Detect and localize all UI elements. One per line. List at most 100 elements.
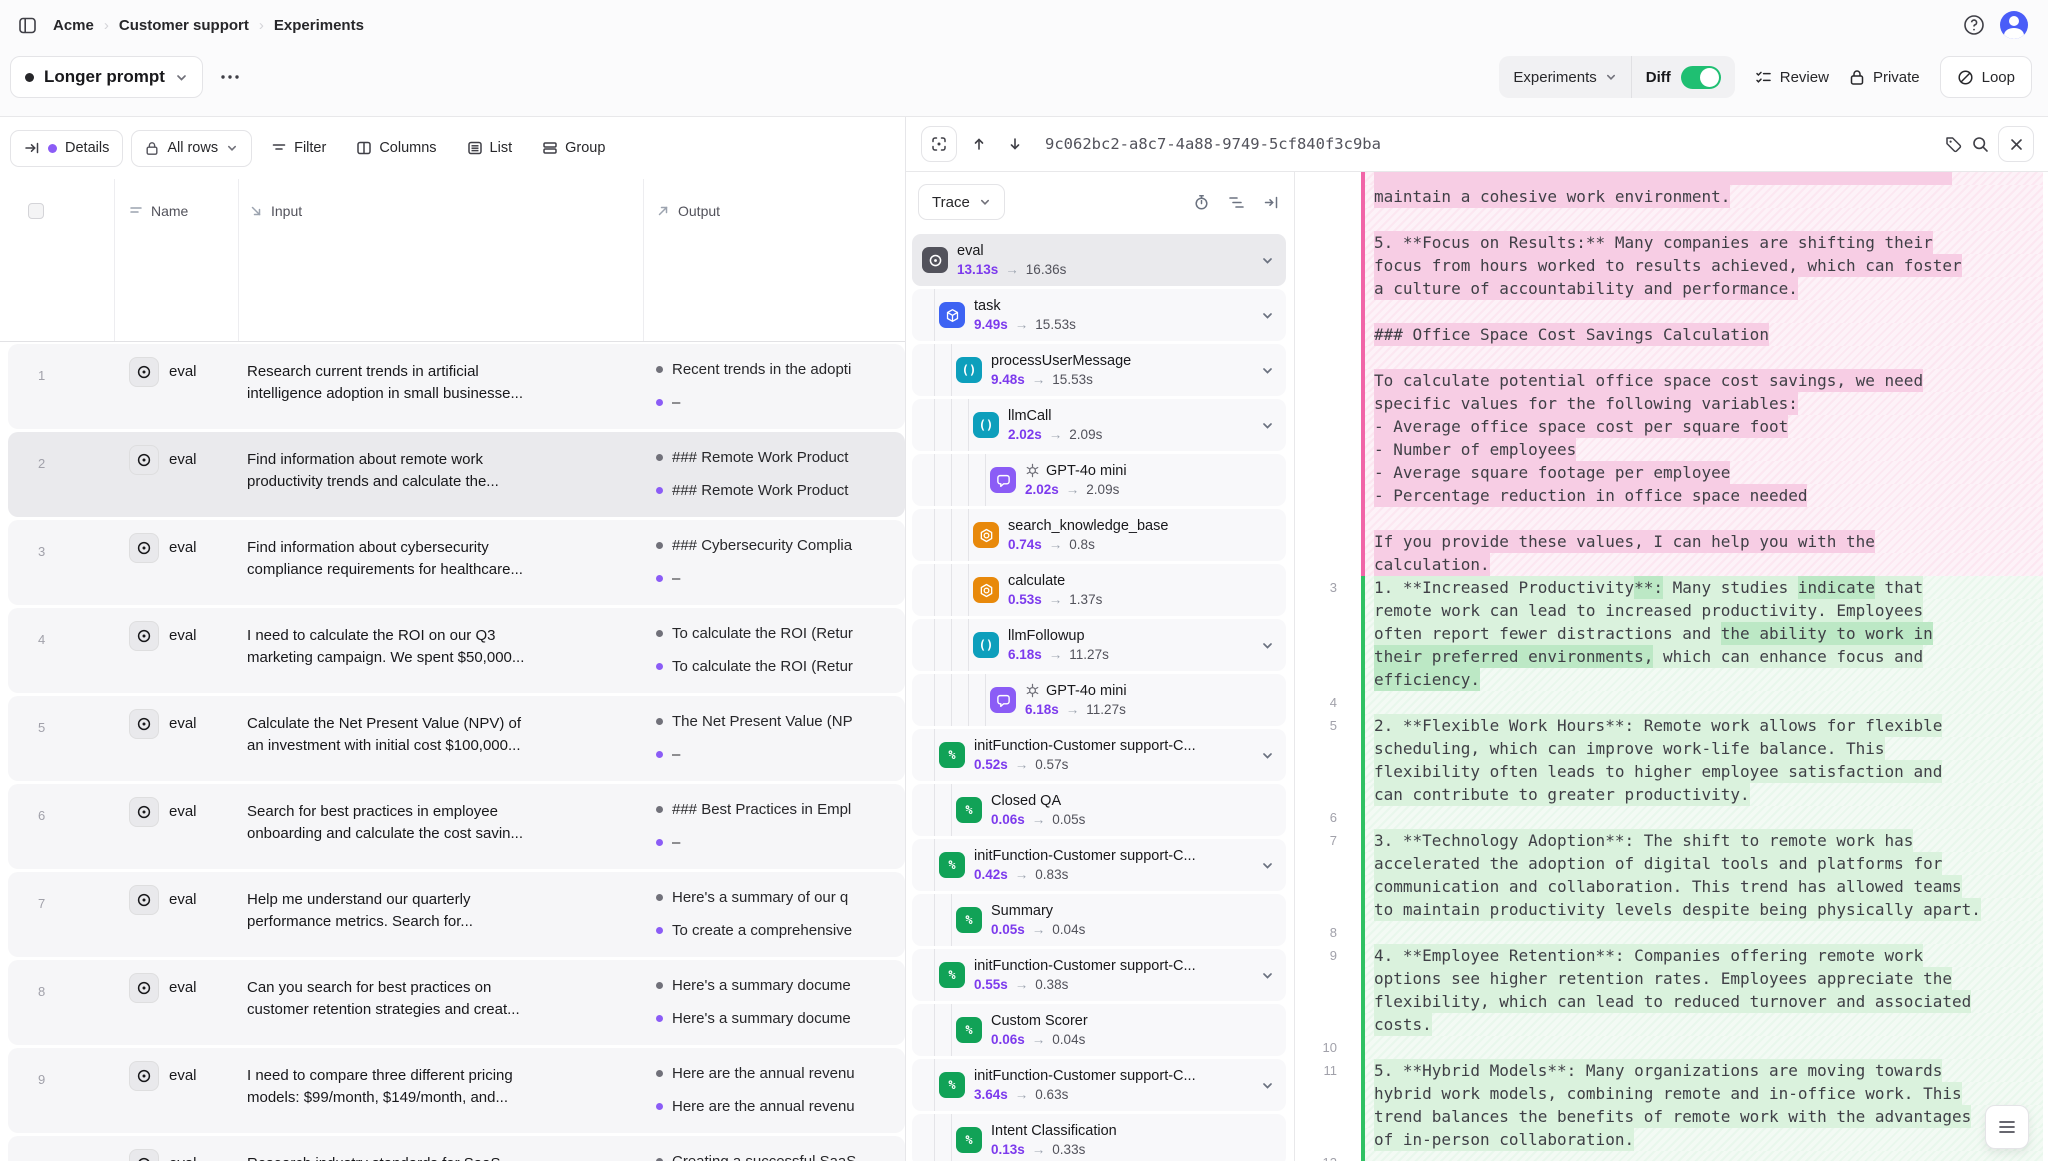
chevron-down-icon[interactable] xyxy=(1261,309,1274,322)
filter-button[interactable]: Filter xyxy=(260,130,337,167)
table-row[interactable]: 4 eval I need to calculate the ROI on ou… xyxy=(8,608,905,693)
eval-icon xyxy=(129,797,159,827)
chevron-down-icon[interactable] xyxy=(1261,639,1274,652)
details-button[interactable]: Details xyxy=(10,130,123,167)
row-name-cell: eval xyxy=(115,432,239,517)
diff-line-number xyxy=(1295,737,1361,760)
diff-line: 4 xyxy=(1295,691,2048,714)
collapse-all-icon[interactable] xyxy=(1263,194,1280,211)
review-button[interactable]: Review xyxy=(1755,69,1829,86)
diff-line: 5. **Focus on Results:** Many companies … xyxy=(1295,231,2048,254)
input-column-header[interactable]: Input xyxy=(271,203,302,219)
output-bullet-icon xyxy=(656,542,663,549)
trace-span-row[interactable]: task 9.49s → 15.53s xyxy=(912,289,1286,341)
chevron-down-icon[interactable] xyxy=(1261,364,1274,377)
group-button[interactable]: Group xyxy=(531,130,616,167)
more-menu-button[interactable] xyxy=(213,60,247,94)
span-duration-left: 3.64s xyxy=(974,1086,1008,1104)
diff-line-number xyxy=(1295,277,1361,300)
output-column-header[interactable]: Output xyxy=(678,203,720,219)
chevron-down-icon[interactable] xyxy=(1261,859,1274,872)
sidebar-toggle-icon[interactable] xyxy=(18,16,37,35)
expand-trace-button[interactable] xyxy=(921,126,957,162)
trace-span-row[interactable]: GPT-4o mini 2.02s → 2.09s xyxy=(912,454,1286,506)
diff-line: costs. xyxy=(1295,1013,2048,1036)
table-row[interactable]: 2 eval Find information about remote wor… xyxy=(8,432,905,517)
trace-span-row[interactable]: % initFunction-Customer support-C... 0.5… xyxy=(912,729,1286,781)
trace-span-row[interactable]: % initFunction-Customer support-C... 3.6… xyxy=(912,1059,1286,1111)
private-button[interactable]: Private xyxy=(1849,69,1920,86)
trace-span-row[interactable]: () processUserMessage 9.48s → 15.53s xyxy=(912,344,1286,396)
tree-guide-line xyxy=(934,674,935,726)
tree-guide-line xyxy=(951,619,952,671)
span-name: GPT-4o mini xyxy=(1025,462,1127,480)
trace-span-row[interactable]: eval 13.13s → 16.36s xyxy=(912,234,1286,286)
trace-span-row[interactable]: % Intent Classification 0.13s → 0.33s xyxy=(912,1114,1286,1161)
name-column-header[interactable]: Name xyxy=(151,203,188,219)
diff-line-content xyxy=(1361,1036,2043,1059)
table-row[interactable]: 1 eval Research current trends in artifi… xyxy=(8,344,905,429)
chevron-down-icon[interactable] xyxy=(1261,419,1274,432)
trace-span-row[interactable]: () llmFollowup 6.18s → 11.27s xyxy=(912,619,1286,671)
span-type-icon: % xyxy=(956,907,982,933)
arrow-right-icon: → xyxy=(1015,316,1029,334)
trace-span-row[interactable]: search_knowledge_base 0.74s → 0.8s xyxy=(912,509,1286,561)
list-button[interactable]: List xyxy=(456,130,524,167)
trace-span-row[interactable]: GPT-4o mini 6.18s → 11.27s xyxy=(912,674,1286,726)
chevron-down-icon[interactable] xyxy=(1261,254,1274,267)
search-icon[interactable] xyxy=(1971,135,1990,154)
avatar[interactable] xyxy=(2000,11,2028,39)
breadcrumb-page[interactable]: Experiments xyxy=(274,17,364,34)
span-timings: 0.55s → 0.38s xyxy=(974,976,1196,994)
arrow-right-icon: → xyxy=(1015,866,1029,884)
diff-toggle[interactable] xyxy=(1681,66,1721,89)
trace-span-row[interactable]: % Summary 0.05s → 0.04s xyxy=(912,894,1286,946)
chevron-down-icon[interactable] xyxy=(1261,1079,1274,1092)
trace-span-row[interactable]: % Closed QA 0.06s → 0.05s xyxy=(912,784,1286,836)
timing-icon[interactable] xyxy=(1193,194,1210,211)
next-row-button[interactable] xyxy=(1001,130,1029,158)
trace-span-row[interactable]: % initFunction-Customer support-C... 0.4… xyxy=(912,839,1286,891)
waterfall-icon[interactable] xyxy=(1228,194,1245,211)
trace-view-selector[interactable]: Trace xyxy=(918,184,1005,220)
diff-line: 5 2. **Flexible Work Hours**: Remote wor… xyxy=(1295,714,2048,737)
trace-span-row[interactable]: calculate 0.53s → 1.37s xyxy=(912,564,1286,616)
trace-span-row[interactable]: % Custom Scorer 0.06s → 0.04s xyxy=(912,1004,1286,1056)
table-row[interactable]: 7 eval Help me understand our quarterlyp… xyxy=(8,872,905,957)
help-icon[interactable] xyxy=(1962,13,1986,37)
diff-line-content: trend balances the benefits of remote wo… xyxy=(1361,1105,2043,1128)
breadcrumb-org[interactable]: Acme xyxy=(53,17,94,34)
bottom-right-menu-button[interactable] xyxy=(1985,1105,2029,1149)
diff-line-number xyxy=(1295,346,1361,369)
table-row[interactable]: 6 eval Search for best practices in empl… xyxy=(8,784,905,869)
trace-span-row[interactable]: () llmCall 2.02s → 2.09s xyxy=(912,399,1286,451)
chevron-down-icon[interactable] xyxy=(1261,969,1274,982)
table-row[interactable]: 10 eval Research industry standards for … xyxy=(8,1136,905,1161)
loop-button[interactable]: Loop xyxy=(1940,56,2032,98)
trace-span-row[interactable]: % initFunction-Customer support-C... 0.5… xyxy=(912,949,1286,1001)
breadcrumb-project[interactable]: Customer support xyxy=(119,17,249,34)
rows-filter-dropdown[interactable]: All rows xyxy=(131,130,252,167)
experiment-selector[interactable]: Longer prompt xyxy=(10,56,203,98)
span-timings: 9.49s → 15.53s xyxy=(974,316,1076,334)
diff-line-content xyxy=(1361,691,2043,714)
tree-guide-line xyxy=(968,509,969,561)
tree-guide-line xyxy=(934,289,935,341)
view-selector[interactable]: Experiments xyxy=(1499,69,1630,86)
columns-button[interactable]: Columns xyxy=(345,130,447,167)
prev-row-button[interactable] xyxy=(965,130,993,158)
span-type-icon xyxy=(990,467,1016,493)
chevron-down-icon[interactable] xyxy=(1261,749,1274,762)
table-row[interactable]: 5 eval Calculate the Net Present Value (… xyxy=(8,696,905,781)
select-all-checkbox[interactable] xyxy=(28,203,44,219)
table-row[interactable]: 8 eval Can you search for best practices… xyxy=(8,960,905,1045)
eval-icon xyxy=(129,1061,159,1091)
close-trace-button[interactable] xyxy=(1998,126,2034,162)
table-row[interactable]: 9 eval I need to compare three different… xyxy=(8,1048,905,1133)
diff-line-number: 10 xyxy=(1295,1036,1361,1059)
table-row[interactable]: 3 eval Find information about cybersecur… xyxy=(8,520,905,605)
diff-line-number xyxy=(1295,645,1361,668)
diff-line-content: If you provide these values, I can help … xyxy=(1361,530,2043,553)
tag-icon[interactable] xyxy=(1944,135,1963,154)
diff-line: 7 3. **Technology Adoption**: The shift … xyxy=(1295,829,2048,852)
